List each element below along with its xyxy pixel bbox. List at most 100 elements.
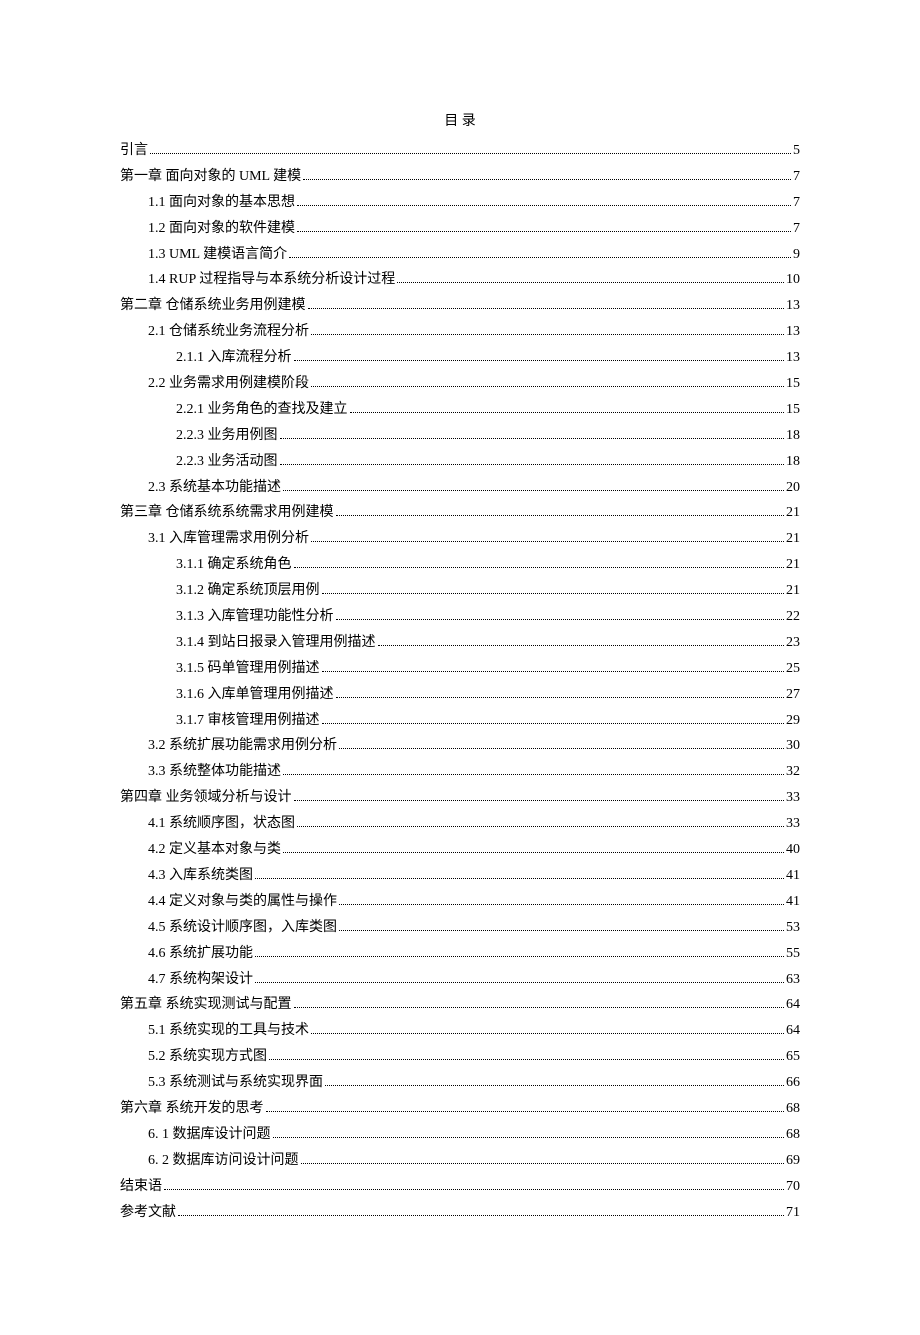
toc-dots xyxy=(273,1137,785,1138)
toc-entry-text: 4.6 系统扩展功能 xyxy=(148,941,253,967)
toc-entry-page: 13 xyxy=(786,293,800,319)
toc-dots xyxy=(266,1111,785,1112)
toc-entry-text: 2.2 业务需求用例建模阶段 xyxy=(148,371,309,397)
toc-entry: 2.3 系统基本功能描述20 xyxy=(120,475,800,501)
toc-entry-text: 2.2.3 业务活动图 xyxy=(176,449,278,475)
toc-dots xyxy=(294,1007,785,1008)
toc-entry: 引言 5 xyxy=(120,138,800,164)
toc-entry: 1.2 面向对象的软件建模 7 xyxy=(120,216,800,242)
toc-entry-page: 55 xyxy=(786,941,800,967)
toc-entry-page: 20 xyxy=(786,475,800,501)
toc-entry: 4.3 入库系统类图41 xyxy=(120,863,800,889)
toc-entry-page: 29 xyxy=(786,708,800,734)
toc-entry-page: 7 xyxy=(793,164,800,190)
toc-entry-page: 21 xyxy=(786,552,800,578)
toc-dots xyxy=(322,593,785,594)
toc-entry: 第五章 系统实现测试与配置64 xyxy=(120,992,800,1018)
toc-entry-page: 13 xyxy=(786,345,800,371)
toc-entry: 参考文献71 xyxy=(120,1200,800,1226)
toc-entry: 4.2 定义基本对象与类 40 xyxy=(120,837,800,863)
toc-dots xyxy=(339,748,784,749)
toc-dots xyxy=(311,1033,784,1034)
toc-entry-page: 10 xyxy=(786,267,800,293)
toc-entry-page: 68 xyxy=(786,1122,800,1148)
toc-entry: 结束语70 xyxy=(120,1174,800,1200)
toc-entry-text: 4.5 系统设计顺序图，入库类图 xyxy=(148,915,337,941)
toc-entry-page: 64 xyxy=(786,1018,800,1044)
toc-dots xyxy=(255,956,784,957)
toc-entry-page: 27 xyxy=(786,682,800,708)
toc-entry: 2.2.3 业务用例图18 xyxy=(120,423,800,449)
toc-entry-text: 5.1 系统实现的工具与技术 xyxy=(148,1018,309,1044)
toc-entry-text: 引言 xyxy=(120,138,148,164)
toc-dots xyxy=(297,231,791,232)
toc-entry: 2.2.1 业务角色的查找及建立15 xyxy=(120,397,800,423)
toc-entry: 3.1 入库管理需求用例分析 21 xyxy=(120,526,800,552)
toc-dots xyxy=(339,904,784,905)
toc-entry-page: 65 xyxy=(786,1044,800,1070)
toc-entry-page: 41 xyxy=(786,889,800,915)
toc-entry-text: 3.1.2 确定系统顶层用例 xyxy=(176,578,320,604)
toc-entry-page: 40 xyxy=(786,837,800,863)
toc-entry-page: 9 xyxy=(793,242,800,268)
toc-entry-page: 5 xyxy=(793,138,800,164)
toc-title: 目 录 xyxy=(120,110,800,130)
toc-dots xyxy=(283,490,784,491)
toc-entry: 第三章 仓储系统系统需求用例建模21 xyxy=(120,500,800,526)
toc-entry-text: 第四章 业务领域分析与设计 xyxy=(120,785,292,811)
toc-dots xyxy=(269,1059,784,1060)
toc-dots xyxy=(311,334,784,335)
toc-entry-page: 21 xyxy=(786,526,800,552)
toc-entry: 2.2 业务需求用例建模阶段15 xyxy=(120,371,800,397)
toc-dots xyxy=(294,800,785,801)
toc-dots xyxy=(294,567,785,568)
toc-entry: 3.1.4 到站日报录入管理用例描述23 xyxy=(120,630,800,656)
toc-dots xyxy=(164,1189,784,1190)
toc-entry-text: 1.1 面向对象的基本思想 xyxy=(148,190,295,216)
toc-entry-text: 1.2 面向对象的软件建模 xyxy=(148,216,295,242)
toc-entry-page: 64 xyxy=(786,992,800,1018)
toc-entry: 4.4 定义对象与类的属性与操作41 xyxy=(120,889,800,915)
toc-entry-text: 3.1.7 审核管理用例描述 xyxy=(176,708,320,734)
toc-dots xyxy=(303,179,791,180)
toc-dots xyxy=(311,386,784,387)
toc-entry: 3.3 系统整体功能描述32 xyxy=(120,759,800,785)
toc-entry: 1.3 UML 建模语言简介9 xyxy=(120,242,800,268)
toc-dots xyxy=(255,982,784,983)
toc-dots xyxy=(336,697,785,698)
toc-entry-text: 4.3 入库系统类图 xyxy=(148,863,253,889)
toc-entry: 第一章 面向对象的 UML 建模7 xyxy=(120,164,800,190)
toc-dots xyxy=(280,464,785,465)
toc-entry: 3.1.3 入库管理功能性分析22 xyxy=(120,604,800,630)
toc-dots xyxy=(255,878,784,879)
toc-entry-page: 7 xyxy=(793,216,800,242)
toc-entry: 5.3 系统测试与系统实现界面66 xyxy=(120,1070,800,1096)
toc-entry-page: 30 xyxy=(786,733,800,759)
toc-entry-text: 第三章 仓储系统系统需求用例建模 xyxy=(120,500,334,526)
toc-entry-page: 70 xyxy=(786,1174,800,1200)
toc-entry-page: 32 xyxy=(786,759,800,785)
toc-dots xyxy=(297,826,784,827)
toc-entry-page: 63 xyxy=(786,967,800,993)
toc-entry-page: 23 xyxy=(786,630,800,656)
toc-dots xyxy=(289,257,791,258)
toc-entry-text: 3.2 系统扩展功能需求用例分析 xyxy=(148,733,337,759)
toc-entry-text: 4.7 系统构架设计 xyxy=(148,967,253,993)
toc-entry-page: 15 xyxy=(786,397,800,423)
toc-entry: 4.5 系统设计顺序图，入库类图53 xyxy=(120,915,800,941)
toc-entry-text: 4.2 定义基本对象与类 xyxy=(148,837,281,863)
toc-entry-text: 第六章 系统开发的思考 xyxy=(120,1096,264,1122)
toc-entry-text: 6. 1 数据库设计问题 xyxy=(148,1122,271,1148)
toc-entry-page: 68 xyxy=(786,1096,800,1122)
toc-entry: 2.2.3 业务活动图 18 xyxy=(120,449,800,475)
toc-entry-text: 2.1.1 入库流程分析 xyxy=(176,345,292,371)
toc-entry-page: 18 xyxy=(786,449,800,475)
toc-dots xyxy=(378,645,785,646)
toc-entry-page: 33 xyxy=(786,785,800,811)
toc-entry-text: 2.1 仓储系统业务流程分析 xyxy=(148,319,309,345)
toc-entry-text: 3.1 入库管理需求用例分析 xyxy=(148,526,309,552)
toc-dots xyxy=(283,852,784,853)
toc-dots xyxy=(150,153,791,154)
toc-entry-page: 69 xyxy=(786,1148,800,1174)
toc-entry-text: 参考文献 xyxy=(120,1200,176,1226)
